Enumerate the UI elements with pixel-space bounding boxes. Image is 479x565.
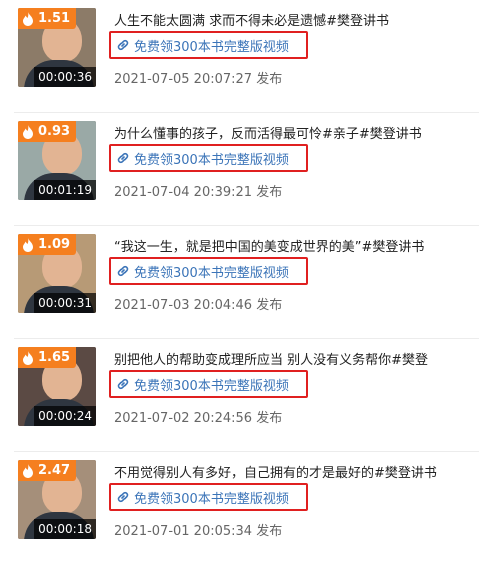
heat-value: 2.47 (38, 463, 71, 478)
flame-icon (23, 350, 33, 365)
video-duration: 00:01:19 (34, 180, 96, 200)
publish-date: 2021-07-02 20:24:56 发布 (114, 411, 283, 426)
video-duration: 00:00:36 (34, 67, 96, 87)
chain-link-icon (117, 39, 129, 51)
video-duration: 00:00:18 (34, 519, 96, 539)
video-list-item[interactable]: 0.93 00:01:19 为什么懂事的孩子，反而活得最可怜#亲子#樊登讲书 免… (0, 113, 479, 226)
free-video-link[interactable]: 免费领300本书完整版视频 (109, 257, 308, 285)
free-video-link-text[interactable]: 免费领300本书完整版视频 (134, 488, 289, 507)
free-video-link[interactable]: 免费领300本书完整版视频 (109, 144, 308, 172)
heat-badge: 2.47 (18, 460, 77, 481)
video-title[interactable]: 人生不能太圆满 求而不得未必是遗憾#樊登讲书 (114, 10, 474, 29)
publish-date: 2021-07-01 20:05:34 发布 (114, 524, 283, 539)
flame-icon (23, 124, 33, 139)
free-video-link-text[interactable]: 免费领300本书完整版视频 (134, 262, 289, 281)
video-title[interactable]: “我这一生，就是把中国的美变成世界的美”#樊登讲书 (114, 236, 474, 255)
publish-date: 2021-07-03 20:04:46 发布 (114, 298, 283, 313)
video-list-item[interactable]: 1.51 00:00:36 人生不能太圆满 求而不得未必是遗憾#樊登讲书 免费领… (0, 0, 479, 113)
flame-icon (23, 11, 33, 26)
free-video-link-text[interactable]: 免费领300本书完整版视频 (134, 36, 289, 55)
flame-icon (23, 237, 33, 252)
video-list-item[interactable]: 1.09 00:00:31 “我这一生，就是把中国的美变成世界的美”#樊登讲书 … (0, 226, 479, 339)
video-thumbnail[interactable]: 2.47 00:00:18 (18, 460, 96, 539)
heat-value: 0.93 (38, 124, 71, 139)
video-list: 1.51 00:00:36 人生不能太圆满 求而不得未必是遗憾#樊登讲书 免费领… (0, 0, 479, 556)
video-title[interactable]: 为什么懂事的孩子，反而活得最可怜#亲子#樊登讲书 (114, 123, 474, 142)
publish-date: 2021-07-04 20:39:21 发布 (114, 185, 283, 200)
flame-icon (23, 463, 33, 478)
chain-link-icon (117, 265, 129, 277)
video-thumbnail[interactable]: 1.65 00:00:24 (18, 347, 96, 426)
free-video-link[interactable]: 免费领300本书完整版视频 (109, 370, 308, 398)
heat-value: 1.65 (38, 350, 71, 365)
video-thumbnail[interactable]: 0.93 00:01:19 (18, 121, 96, 200)
heat-badge: 1.09 (18, 234, 77, 255)
chain-link-icon (117, 378, 129, 390)
video-thumbnail[interactable]: 1.09 00:00:31 (18, 234, 96, 313)
free-video-link-text[interactable]: 免费领300本书完整版视频 (134, 375, 289, 394)
publish-date: 2021-07-05 20:07:27 发布 (114, 72, 283, 87)
heat-badge: 1.65 (18, 347, 77, 368)
video-title[interactable]: 别把他人的帮助变成理所应当 别人没有义务帮你#樊登 (114, 349, 474, 368)
video-duration: 00:00:24 (34, 406, 96, 426)
heat-value: 1.51 (38, 11, 71, 26)
free-video-link[interactable]: 免费领300本书完整版视频 (109, 483, 308, 511)
chain-link-icon (117, 491, 129, 503)
video-duration: 00:00:31 (34, 293, 96, 313)
video-list-item[interactable]: 1.65 00:00:24 别把他人的帮助变成理所应当 别人没有义务帮你#樊登 … (0, 339, 479, 452)
chain-link-icon (117, 152, 129, 164)
free-video-link[interactable]: 免费领300本书完整版视频 (109, 31, 308, 59)
video-title[interactable]: 不用觉得别人有多好，自己拥有的才是最好的#樊登讲书 (114, 462, 474, 481)
video-list-item[interactable]: 2.47 00:00:18 不用觉得别人有多好，自己拥有的才是最好的#樊登讲书 … (0, 452, 479, 565)
heat-badge: 1.51 (18, 8, 77, 29)
heat-value: 1.09 (38, 237, 71, 252)
heat-badge: 0.93 (18, 121, 77, 142)
video-thumbnail[interactable]: 1.51 00:00:36 (18, 8, 96, 87)
free-video-link-text[interactable]: 免费领300本书完整版视频 (134, 149, 289, 168)
